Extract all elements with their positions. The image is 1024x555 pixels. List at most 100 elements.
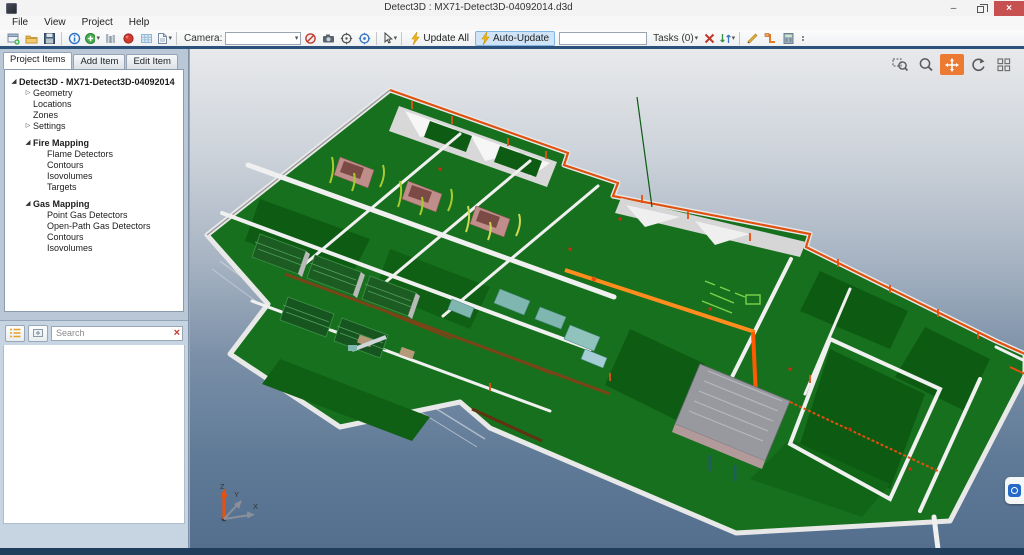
zoom-tool[interactable] bbox=[914, 54, 938, 75]
add-item-button[interactable]: ▾ bbox=[83, 31, 101, 46]
main-toolbar: ▾ ▾ Camera: ▾ ▾ Update All Auto-Update T… bbox=[0, 30, 1024, 49]
axis-z-label: Z bbox=[220, 482, 225, 491]
auto-update-toggle[interactable]: Auto-Update bbox=[474, 30, 556, 46]
close-button[interactable]: × bbox=[994, 0, 1024, 16]
remote-assist-icon bbox=[1008, 484, 1021, 497]
info-button[interactable] bbox=[65, 31, 83, 46]
search-clear-icon[interactable]: × bbox=[174, 327, 180, 339]
sidebar-tab[interactable]: Project Items bbox=[3, 52, 73, 69]
target-icon bbox=[340, 32, 353, 44]
tree-item[interactable]: Point Gas Detectors bbox=[5, 209, 183, 220]
tools-remove-button[interactable] bbox=[700, 31, 718, 46]
tree-item[interactable]: Isovolumes bbox=[5, 242, 183, 253]
tree-item[interactable]: Locations bbox=[5, 98, 183, 109]
report-icon bbox=[158, 32, 167, 44]
select-cursor-button[interactable]: ▾ bbox=[380, 31, 398, 46]
sidebar-tab[interactable]: Edit Item bbox=[126, 54, 178, 69]
tree-item[interactable]: Zones bbox=[5, 109, 183, 120]
tree-item[interactable]: ◢ Gas Mapping bbox=[5, 198, 183, 209]
new-project-button[interactable] bbox=[4, 31, 22, 46]
ruler-icon bbox=[764, 32, 775, 43]
camera-combobox[interactable]: ▾ bbox=[225, 31, 302, 45]
toolbar-overflow-grip[interactable] bbox=[802, 35, 805, 41]
camera-capture-button[interactable] bbox=[319, 31, 337, 46]
tree-item[interactable]: ◢ Detect3D - MX71-Detect3D-04092014 bbox=[5, 76, 183, 87]
sort-button[interactable]: ▾ bbox=[718, 31, 736, 46]
menu-bar: File View Project Help bbox=[0, 16, 1024, 30]
tree-item[interactable]: ◢ Fire Mapping bbox=[5, 137, 183, 148]
magnifier-icon bbox=[919, 57, 933, 71]
grid-button[interactable] bbox=[137, 31, 155, 46]
restore-button[interactable] bbox=[967, 1, 994, 16]
tree-item-label: Flame Detectors bbox=[47, 148, 114, 159]
zoom-window-icon bbox=[891, 57, 908, 71]
camera-target-button[interactable] bbox=[337, 31, 355, 46]
task-input-field[interactable] bbox=[559, 31, 648, 45]
orbit-icon bbox=[358, 32, 371, 44]
search-results-list[interactable] bbox=[3, 345, 185, 524]
menu-item[interactable]: Project bbox=[74, 16, 121, 30]
tree-expander[interactable]: ◢ bbox=[23, 139, 33, 146]
tree-expander[interactable]: ◢ bbox=[23, 200, 33, 207]
save-icon bbox=[43, 32, 55, 44]
camera-orbit-button[interactable] bbox=[355, 31, 373, 46]
toolbar-separator bbox=[401, 31, 403, 45]
sort-icon bbox=[720, 33, 731, 43]
open-project-button[interactable] bbox=[22, 31, 40, 46]
remote-assist-tab[interactable] bbox=[1005, 477, 1024, 504]
tree-expander[interactable]: ◢ bbox=[9, 78, 19, 85]
pencil-icon bbox=[747, 33, 758, 43]
sidebar: Project Items Add Item Edit Item ◢ Detect3… bbox=[0, 49, 189, 548]
menu-item[interactable]: View bbox=[36, 16, 74, 30]
window-title: Detect3D : MX71-Detect3D-04092014.d3d bbox=[384, 2, 573, 13]
menu-item[interactable]: File bbox=[4, 16, 36, 30]
site-3d-model bbox=[204, 87, 1024, 548]
tasks-dropdown[interactable]: Tasks (0) ▾ bbox=[653, 33, 698, 44]
project-tree: ◢ Detect3D - MX71-Detect3D-04092014 ▷ Ge… bbox=[4, 69, 184, 312]
dropdown-caret-icon: ▾ bbox=[694, 35, 699, 42]
menu-item[interactable]: Help bbox=[121, 16, 158, 30]
tree-expander[interactable]: ▷ bbox=[23, 89, 33, 96]
tree-item-label: Gas Mapping bbox=[33, 198, 90, 209]
tree-item[interactable]: Targets bbox=[5, 181, 183, 192]
tree-item[interactable]: ▷ Geometry bbox=[5, 87, 183, 98]
tree-item[interactable]: Contours bbox=[5, 159, 183, 170]
viewport-canvas[interactable]: Z Y X bbox=[189, 49, 1024, 548]
tree-item[interactable]: Contours bbox=[5, 231, 183, 242]
sidebar-tab[interactable]: Add Item bbox=[73, 54, 126, 69]
minimize-button[interactable]: – bbox=[940, 1, 967, 16]
new-project-icon bbox=[7, 33, 20, 45]
toolbar-separator bbox=[61, 31, 62, 45]
viewport-layout-tool[interactable] bbox=[992, 54, 1016, 75]
camera-label: Camera: bbox=[184, 32, 223, 44]
tree-expander[interactable]: ▷ bbox=[23, 122, 33, 129]
update-all-label: Update All bbox=[423, 32, 469, 44]
tree-item-label: Isovolumes bbox=[47, 242, 93, 253]
zoom-window-tool[interactable] bbox=[888, 54, 912, 75]
dropdown-caret-icon: ▾ bbox=[731, 35, 736, 42]
tree-item-label: Targets bbox=[47, 181, 77, 192]
pan-tool[interactable] bbox=[940, 54, 964, 75]
dropdown-caret-icon: ▾ bbox=[393, 35, 398, 42]
calculator-button[interactable] bbox=[779, 31, 797, 46]
list-view-button[interactable] bbox=[5, 324, 25, 342]
update-all-button[interactable]: Update All bbox=[405, 31, 475, 46]
tree-item[interactable]: Isovolumes bbox=[5, 170, 183, 181]
measure-button[interactable] bbox=[761, 31, 779, 46]
toolbar-separator bbox=[176, 31, 177, 45]
tree-item-label: Fire Mapping bbox=[33, 137, 89, 148]
camera-clear-button[interactable] bbox=[301, 31, 319, 46]
rotate-tool[interactable] bbox=[966, 54, 990, 75]
record-button[interactable] bbox=[119, 31, 137, 46]
report-button[interactable]: ▾ bbox=[155, 31, 173, 46]
window-bottom-border bbox=[0, 548, 1024, 555]
expand-panel-button[interactable] bbox=[28, 324, 48, 342]
columns-button[interactable] bbox=[101, 31, 119, 46]
draw-line-button[interactable] bbox=[743, 31, 761, 46]
tree-item[interactable]: ▷ Settings bbox=[5, 120, 183, 131]
dropdown-caret-icon: ▾ bbox=[294, 35, 299, 42]
tree-item[interactable]: Open-Path Gas Detectors bbox=[5, 220, 183, 231]
search-input[interactable] bbox=[51, 325, 183, 341]
tree-item[interactable]: Flame Detectors bbox=[5, 148, 183, 159]
save-button[interactable] bbox=[40, 31, 58, 46]
